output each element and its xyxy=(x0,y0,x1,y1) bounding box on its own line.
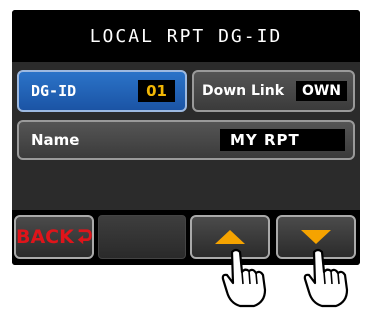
name-value: MY RPT xyxy=(220,129,345,151)
empty-softkey xyxy=(98,215,186,259)
name-button[interactable]: Name MY RPT xyxy=(17,120,355,160)
downlink-value: OWN xyxy=(295,81,347,101)
dgid-label: DG-ID xyxy=(31,82,77,100)
dgid-button[interactable]: DG-ID 01 xyxy=(17,70,187,112)
pointing-hand-icon xyxy=(303,248,349,308)
dgid-value: 01 xyxy=(138,80,175,102)
pointing-hand-icon xyxy=(221,248,267,308)
screen-title: LOCAL RPT DG-ID xyxy=(12,10,360,62)
radio-screen: LOCAL RPT DG-ID DG-ID 01 Down Link OWN N… xyxy=(12,10,360,265)
downlink-label: Down Link xyxy=(202,83,285,99)
back-label: BACK xyxy=(16,226,74,248)
back-button[interactable]: BACK xyxy=(14,215,94,259)
downlink-button[interactable]: Down Link OWN xyxy=(192,70,355,112)
name-label: Name xyxy=(31,131,80,149)
down-arrow-icon xyxy=(301,230,331,244)
up-arrow-icon xyxy=(215,230,245,244)
return-arrow-icon xyxy=(77,229,92,245)
